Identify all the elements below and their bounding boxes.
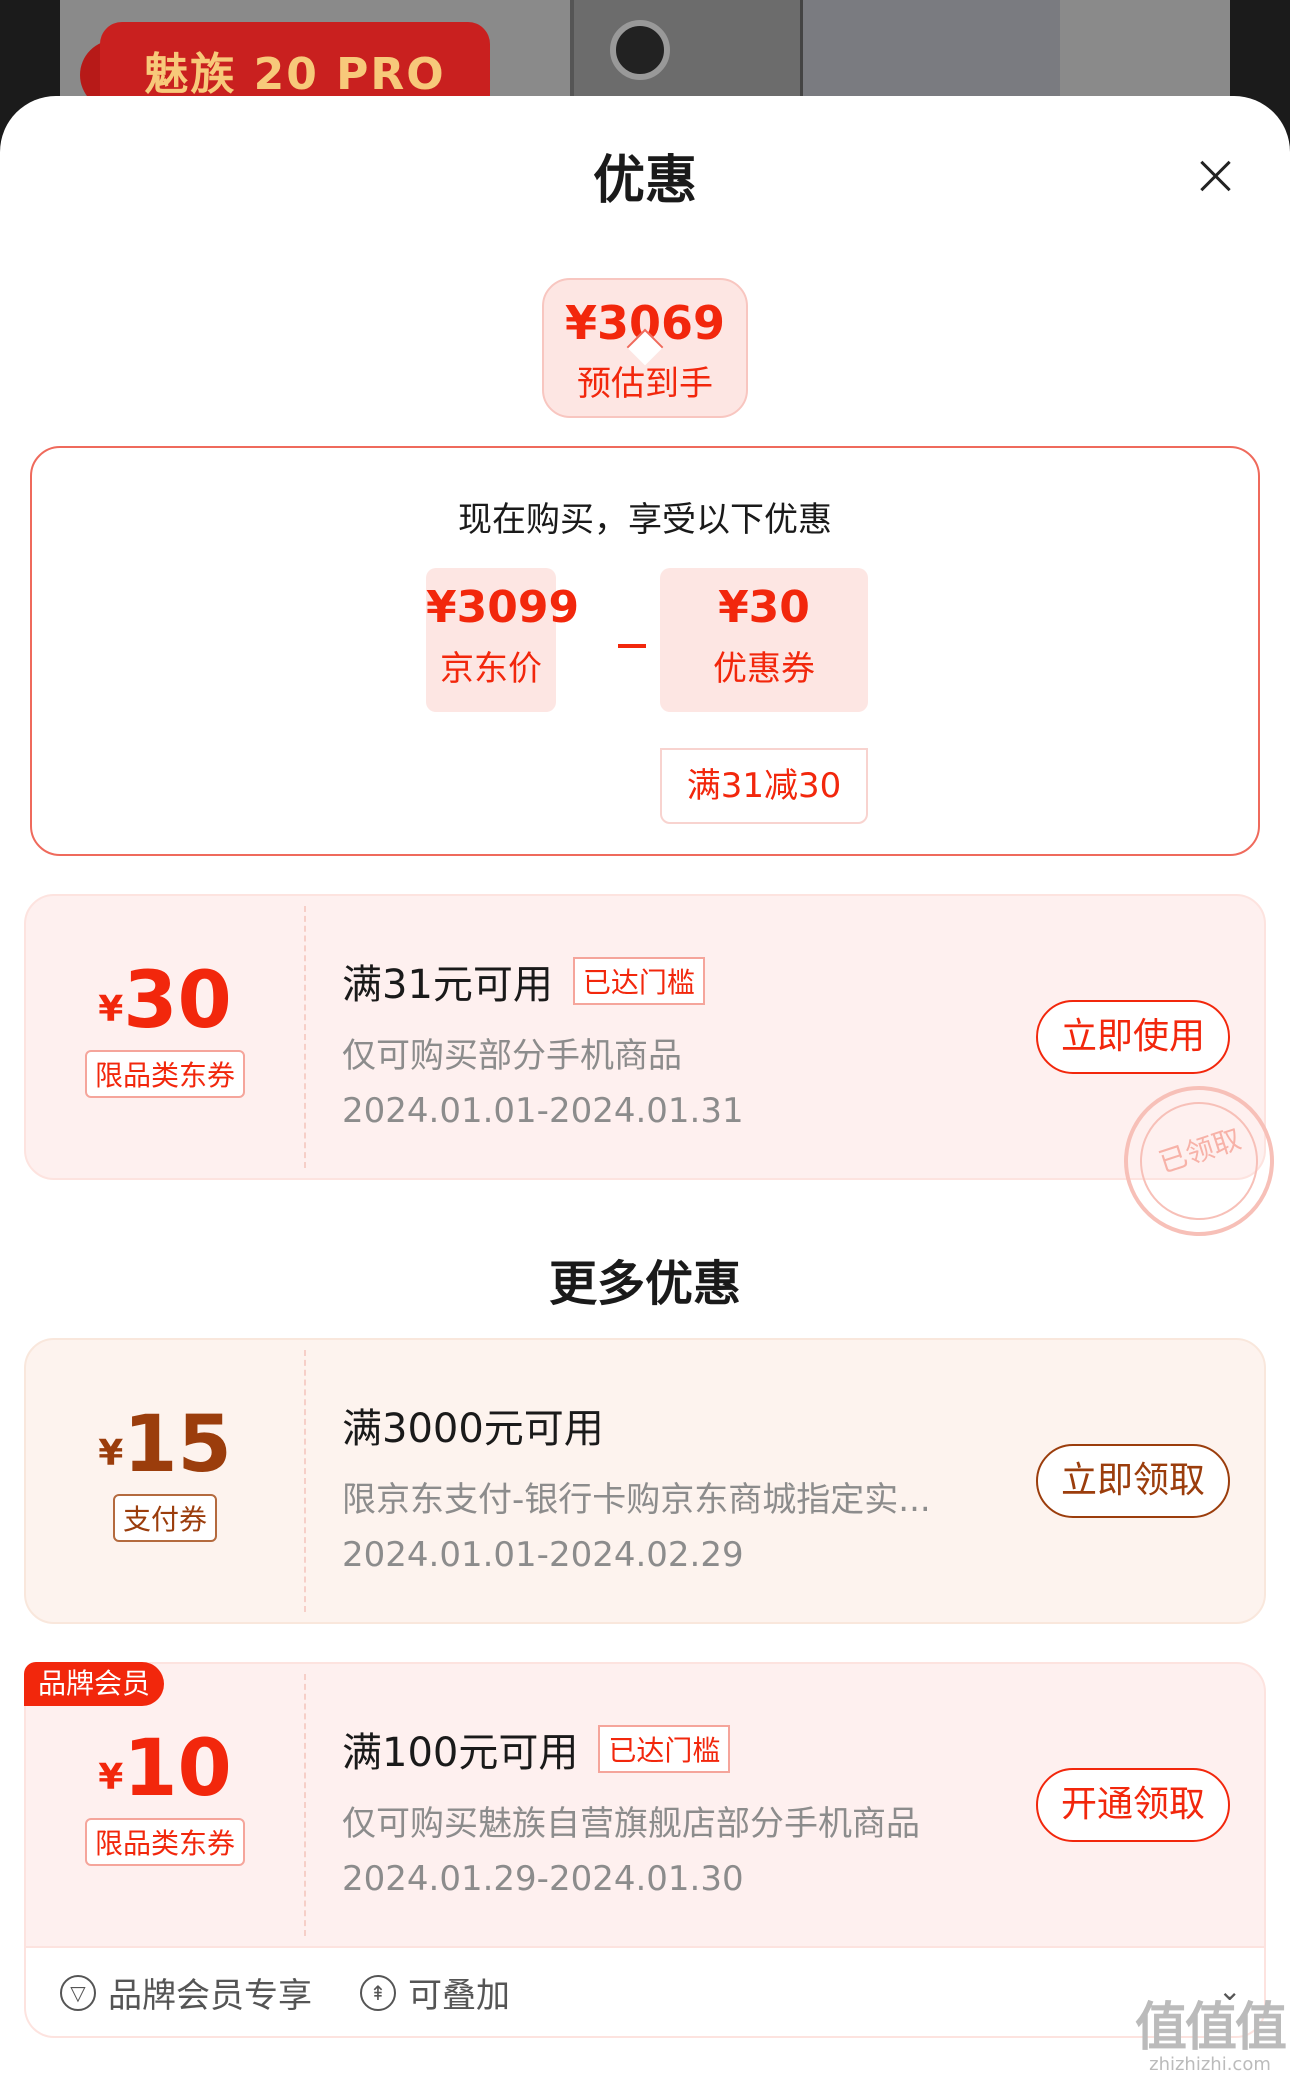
coupon-card-main: ¥30 限品类东券 满31元可用 已达门槛 仅可购买部分手机商品 2024.01.… xyxy=(24,894,1290,1256)
stackable-item: ⇞ 可叠加 xyxy=(360,1968,510,2017)
threshold-badge: 已达门槛 xyxy=(572,957,705,1005)
coupon-amount-block: ¥10 限品类东券 xyxy=(26,1724,304,1866)
coupon-type-tag: 限品类东券 xyxy=(84,1818,245,1866)
coupon-headline: 满100元可用 xyxy=(342,1730,579,1776)
coupon-type-tag: 支付券 xyxy=(112,1494,217,1542)
coupon-divider xyxy=(304,906,306,1168)
currency-symbol: ¥ xyxy=(98,1757,124,1798)
coupon-type-tag: 限品类东券 xyxy=(84,1050,245,1098)
brand-member-ribbon: 品牌会员 xyxy=(24,1662,165,1706)
coupon-info: 满31元可用 已达门槛 仅可购买部分手机商品 2024.01.01-2024.01… xyxy=(342,952,744,1131)
coupon-divider xyxy=(304,1674,306,1936)
claim-now-button[interactable]: 立即领取 xyxy=(1036,1444,1230,1518)
claimed-stamp: 已领取 xyxy=(1104,1066,1290,1256)
member-icon: ▽ xyxy=(60,1974,96,2011)
coupon-amount: 10 xyxy=(123,1724,232,1814)
coupon-headline: 满3000元可用 xyxy=(342,1406,604,1452)
watermark-logo: 值值值 xyxy=(1135,1998,1287,2058)
coupon-footer: ▽ 品牌会员专享 ⇞ 可叠加 ⌄ xyxy=(24,1948,1266,2038)
jd-price: ¥3099 xyxy=(426,582,580,633)
discount-sheet: 优惠 ¥3069 预估到手 现在购买，享受以下优惠 ¥3099 京东价 ¥30 … xyxy=(0,96,1290,2080)
watermark-url: zhizhizhi.com xyxy=(1149,2054,1271,2075)
coupon-headline: 满31元可用 xyxy=(342,962,553,1008)
coupon-amount: 15 xyxy=(123,1400,232,1490)
coupon-description: 限京东支付-银行卡购京东商城指定实... xyxy=(342,1480,931,1520)
stack-icon: ⇞ xyxy=(360,1974,396,2011)
breakdown-box: 现在购买，享受以下优惠 ¥3099 京东价 ¥30 优惠券 满31减30 xyxy=(30,446,1260,856)
coupon-card-pay: ¥15 支付券 满3000元可用 限京东支付-银行卡购京东商城指定实... 20… xyxy=(24,1338,1266,1624)
activate-claim-button[interactable]: 开通领取 xyxy=(1036,1768,1230,1842)
coupon-description: 仅可购买部分手机商品 xyxy=(342,1036,682,1076)
jd-price-tile: ¥3099 京东价 xyxy=(426,568,580,712)
coupon-label: 优惠券 xyxy=(713,649,815,689)
stackable-label: 可叠加 xyxy=(408,1976,510,2016)
coupon-date: 2024.01.01-2024.01.31 xyxy=(342,1091,744,1131)
coupon-card-member: ¥10 限品类东券 满100元可用 已达门槛 仅可购买魅族自营旗舰店部分手机商品 … xyxy=(24,1662,1266,1948)
currency-symbol: ¥ xyxy=(98,1433,124,1474)
minus-sign xyxy=(618,644,646,648)
coupon-info: 满3000元可用 限京东支付-银行卡购京东商城指定实... 2024.01.01… xyxy=(342,1396,931,1575)
use-now-button[interactable]: 立即使用 xyxy=(1036,1000,1230,1074)
coupon-date: 2024.01.29-2024.01.30 xyxy=(342,1859,744,1899)
member-only-item: ▽ 品牌会员专享 xyxy=(60,1968,312,2017)
coupon-amount: 30 xyxy=(123,956,232,1046)
coupon-amount-block: ¥30 限品类东券 xyxy=(26,956,304,1098)
coupon-price: ¥30 xyxy=(718,582,810,633)
coupon-amount-block: ¥15 支付券 xyxy=(26,1400,304,1542)
member-only-label: 品牌会员专享 xyxy=(108,1976,312,2016)
breakdown-title: 现在购买，享受以下优惠 xyxy=(458,500,832,540)
coupon-condition: 满31减30 xyxy=(660,748,868,824)
coupon-tile: ¥30 优惠券 xyxy=(660,568,868,712)
currency-symbol: ¥ xyxy=(98,989,124,1030)
coupon-date: 2024.01.01-2024.02.29 xyxy=(342,1535,744,1575)
phone-camera xyxy=(610,20,670,80)
site-watermark: 值值值 zhizhizhi.com xyxy=(1135,1985,1287,2075)
jd-price-label: 京东价 xyxy=(440,649,542,689)
threshold-badge: 已达门槛 xyxy=(598,1725,731,1773)
sheet-title: 优惠 xyxy=(592,151,697,211)
more-offers-title: 更多优惠 xyxy=(548,1256,741,1312)
coupon-description: 仅可购买魅族自营旗舰店部分手机商品 xyxy=(342,1804,920,1844)
close-icon[interactable] xyxy=(1195,156,1235,196)
coupon-divider xyxy=(304,1350,306,1612)
coupon-info: 满100元可用 已达门槛 仅可购买魅族自营旗舰店部分手机商品 2024.01.29… xyxy=(342,1720,920,1899)
